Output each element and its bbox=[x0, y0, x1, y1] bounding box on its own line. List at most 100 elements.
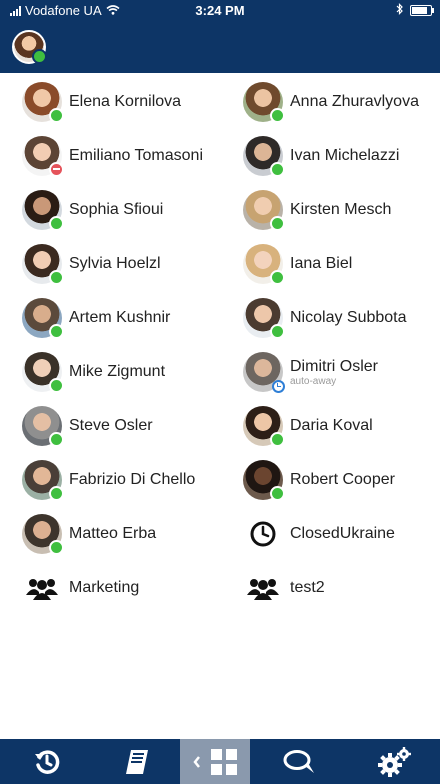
contact-item[interactable]: Daria Koval bbox=[243, 399, 373, 453]
tab-notebook[interactable] bbox=[94, 739, 180, 784]
contact-avatar bbox=[243, 136, 285, 177]
contact-avatar bbox=[22, 352, 64, 393]
history-icon bbox=[35, 749, 60, 774]
do-not-disturb-status-dot bbox=[49, 162, 64, 177]
away-status-dot bbox=[272, 380, 285, 393]
contact-item[interactable]: ClosedUkraine bbox=[243, 507, 395, 561]
contact-name: test2 bbox=[290, 579, 325, 596]
bottom-tab-bar bbox=[0, 739, 440, 784]
status-bar: Vodafone UA 3:24 PM bbox=[0, 0, 440, 22]
contact-item[interactable]: Mike Zigmunt bbox=[22, 345, 165, 399]
contact-avatar bbox=[22, 406, 64, 447]
tab-chats[interactable] bbox=[250, 739, 350, 784]
chat-bubbles-icon bbox=[283, 749, 314, 773]
contact-item[interactable]: Artem Kushnir bbox=[22, 291, 170, 345]
contact-item[interactable]: Robert Cooper bbox=[243, 453, 395, 507]
contact-item[interactable]: Nicolay Subbota bbox=[243, 291, 407, 345]
contact-avatar bbox=[243, 406, 285, 447]
contact-name: Artem Kushnir bbox=[69, 309, 171, 326]
online-status-dot bbox=[270, 432, 285, 447]
online-status-dot bbox=[49, 378, 64, 393]
contact-item[interactable]: Steve Osler bbox=[22, 399, 153, 453]
contact-item[interactable]: Ivan Michelazzi bbox=[243, 129, 399, 183]
contact-name: Kirsten Mesch bbox=[290, 201, 392, 218]
contact-name: Emiliano Tomasoni bbox=[69, 147, 203, 164]
contact-avatar bbox=[243, 244, 285, 285]
contact-name: Sophia Sfioui bbox=[69, 201, 164, 218]
contact-item[interactable]: Fabrizio Di Chello bbox=[22, 453, 195, 507]
contact-item[interactable]: Kirsten Mesch bbox=[243, 183, 391, 237]
contact-avatar bbox=[243, 298, 285, 339]
contact-name: Marketing bbox=[69, 579, 140, 596]
group-icon bbox=[247, 579, 279, 600]
status-time: 3:24 PM bbox=[195, 3, 245, 18]
contact-avatar bbox=[22, 460, 64, 501]
contact-name: Matteo Erba bbox=[69, 525, 157, 542]
online-status-dot bbox=[270, 324, 285, 339]
online-status-dot bbox=[270, 486, 285, 501]
contacts-grid-icon bbox=[211, 748, 237, 775]
online-status-dot bbox=[270, 162, 285, 177]
contact-item[interactable]: Sylvia Hoelzl bbox=[22, 237, 161, 291]
contact-name: Robert Cooper bbox=[290, 471, 395, 488]
contact-name: Iana Biel bbox=[290, 255, 353, 272]
online-status-dot bbox=[270, 108, 285, 123]
group-avatar bbox=[243, 568, 283, 608]
contact-name: Anna Zhuravlyova bbox=[290, 93, 419, 110]
contact-avatar bbox=[243, 460, 285, 501]
battery-icon bbox=[410, 5, 434, 16]
contact-item[interactable]: Matteo Erba bbox=[22, 507, 156, 561]
contact-item[interactable]: Sophia Sfioui bbox=[22, 183, 163, 237]
contact-item[interactable]: Iana Biel bbox=[243, 237, 352, 291]
online-status-dot bbox=[49, 270, 64, 285]
settings-gears-icon bbox=[378, 746, 411, 777]
contact-item[interactable]: test2 bbox=[243, 561, 325, 615]
online-status-dot bbox=[49, 540, 64, 555]
chevron-left-icon bbox=[193, 755, 200, 768]
contact-item[interactable]: Marketing bbox=[22, 561, 139, 615]
online-status-dot bbox=[32, 49, 47, 64]
contact-name: Fabrizio Di Chello bbox=[69, 471, 196, 488]
my-profile-avatar[interactable] bbox=[12, 30, 47, 64]
online-status-dot bbox=[49, 108, 64, 123]
contact-item[interactable]: Anna Zhuravlyova bbox=[243, 75, 419, 129]
contact-avatar bbox=[243, 190, 285, 231]
tab-history[interactable] bbox=[0, 739, 94, 784]
online-status-dot bbox=[49, 432, 64, 447]
online-status-dot bbox=[49, 216, 64, 231]
clock-icon bbox=[250, 521, 276, 547]
contact-name: Nicolay Subbota bbox=[290, 309, 407, 326]
online-status-dot bbox=[270, 270, 285, 285]
contact-name: Sylvia Hoelzl bbox=[69, 255, 161, 272]
contact-avatar bbox=[243, 352, 285, 393]
contact-name: Dimitri Osler bbox=[290, 357, 378, 375]
group-avatar bbox=[22, 568, 62, 608]
online-status-dot bbox=[270, 216, 285, 231]
online-status-dot bbox=[49, 486, 64, 501]
contact-avatar bbox=[22, 244, 64, 285]
contact-item[interactable]: Emiliano Tomasoni bbox=[22, 129, 203, 183]
channel-avatar bbox=[243, 514, 283, 554]
contact-avatar bbox=[22, 514, 64, 555]
tab-contacts[interactable] bbox=[180, 739, 250, 784]
online-status-dot bbox=[49, 324, 64, 339]
app-header: Vodafone UA 3:24 PM bbox=[0, 0, 440, 73]
tab-settings[interactable] bbox=[350, 739, 440, 784]
contact-name: Mike Zigmunt bbox=[69, 363, 166, 380]
contact-status-text: auto-away bbox=[290, 375, 337, 387]
contact-avatar bbox=[22, 82, 64, 123]
contact-name: Ivan Michelazzi bbox=[290, 147, 400, 164]
group-icon bbox=[26, 579, 58, 600]
contact-item[interactable]: Dimitri Osler auto-away bbox=[243, 345, 378, 399]
contact-name: Elena Kornilova bbox=[69, 93, 182, 110]
contact-avatar bbox=[22, 136, 64, 177]
contact-name: Daria Koval bbox=[290, 417, 373, 434]
contact-avatar bbox=[22, 298, 64, 339]
contact-item[interactable]: Elena Kornilova bbox=[22, 75, 181, 129]
contact-name: ClosedUkraine bbox=[290, 525, 395, 542]
bluetooth-icon bbox=[396, 3, 404, 18]
notebook-icon bbox=[126, 749, 148, 774]
contact-name: Steve Osler bbox=[69, 417, 153, 434]
contact-avatar bbox=[22, 190, 64, 231]
contact-avatar bbox=[243, 82, 285, 123]
